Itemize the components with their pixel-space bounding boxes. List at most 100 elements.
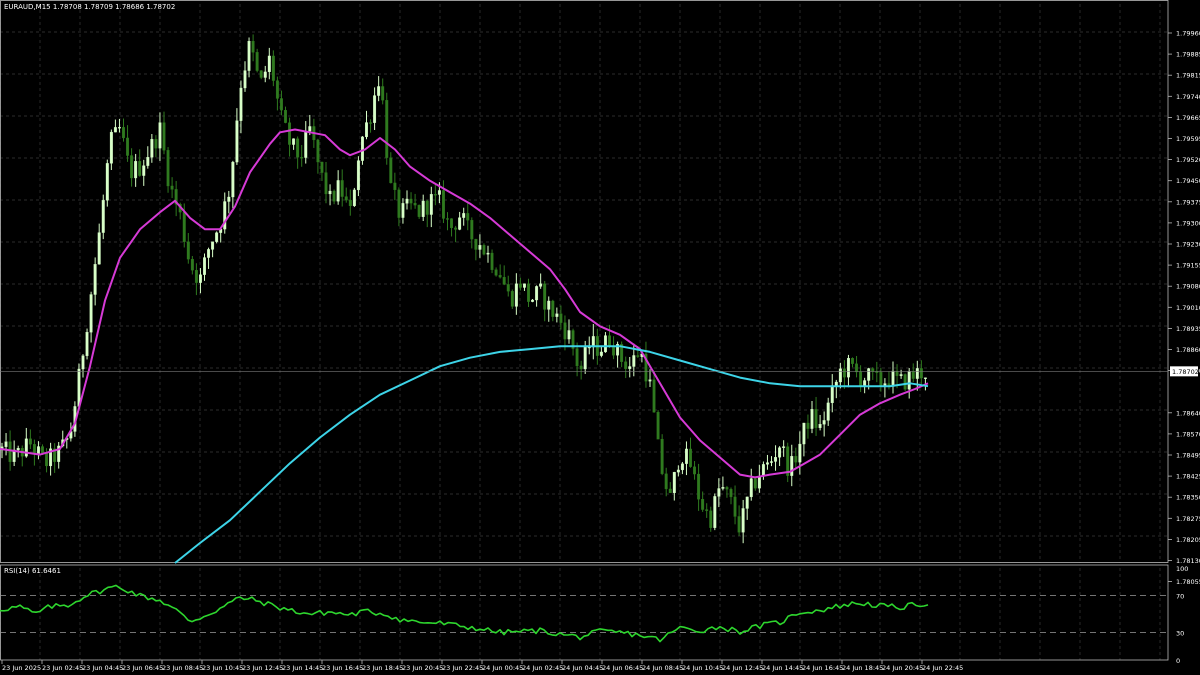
candle-bullish: [741, 508, 745, 533]
candle-bearish: [340, 180, 344, 197]
candle-bullish: [717, 488, 721, 497]
candle-bullish: [93, 264, 97, 295]
candle-bullish: [328, 190, 332, 195]
candle-bearish: [612, 345, 615, 356]
candle-bullish: [150, 139, 154, 158]
candle-bullish: [535, 286, 539, 301]
price-axis-label: 1.79520: [1176, 156, 1200, 164]
candle-bearish: [385, 100, 389, 158]
candle-bullish: [304, 130, 308, 158]
time-axis-label: 24 Jun 18:45: [842, 664, 883, 672]
candle-bearish: [482, 245, 486, 255]
candle-bearish: [652, 379, 656, 413]
candle-bullish: [105, 163, 109, 201]
candle-bullish: [365, 122, 368, 138]
price-axis-label: 1.78570: [1176, 430, 1200, 438]
candle-bullish: [231, 161, 235, 198]
candle-bearish: [498, 275, 502, 278]
candle-bullish: [648, 379, 652, 382]
candle-bullish: [810, 409, 814, 429]
candle-bearish: [510, 291, 514, 307]
candle-bearish: [733, 496, 737, 517]
candle-bullish: [77, 368, 81, 407]
candle-bearish: [709, 510, 713, 528]
candle-bearish: [409, 198, 413, 204]
time-axis-label: 23 Jun 20:45: [402, 664, 443, 672]
candle-bearish: [855, 363, 858, 373]
candle-bearish: [275, 80, 279, 99]
candle-bearish: [344, 196, 348, 201]
price-axis-label: 1.78205: [1176, 536, 1200, 544]
candle-bullish: [713, 496, 717, 528]
candle-bearish: [506, 284, 510, 292]
candle-bullish: [721, 487, 725, 489]
price-axis-label: 1.79595: [1176, 135, 1200, 143]
candle-bearish: [348, 199, 352, 207]
candle-bearish: [369, 122, 372, 124]
price-axis-label: 1.78640: [1176, 409, 1200, 417]
candle-bearish: [166, 150, 170, 187]
candle-bullish: [567, 330, 571, 340]
candle-bearish: [126, 137, 129, 156]
candle-bullish: [761, 464, 765, 477]
candle-bullish: [142, 165, 146, 176]
price-axis-label: 1.79960: [1176, 30, 1200, 38]
candle-bullish: [782, 446, 786, 448]
candle-bullish: [672, 471, 676, 494]
price-axis-label: 1.79300: [1176, 219, 1200, 227]
time-axis-label: 23 Jun 04:45: [82, 664, 123, 672]
candle-bearish: [895, 370, 899, 376]
candle-bullish: [360, 136, 364, 161]
candle-bullish: [547, 300, 551, 310]
candle-bullish: [377, 86, 381, 96]
candle-bearish: [660, 438, 664, 474]
candle-bearish: [446, 218, 449, 220]
candle-bearish: [563, 322, 567, 340]
candle-bearish: [518, 283, 522, 288]
price-axis-label: 1.78350: [1176, 494, 1200, 502]
candle-bullish: [531, 299, 534, 302]
candle-bullish: [555, 313, 559, 317]
candle-bullish: [356, 160, 360, 191]
candle-bearish: [737, 516, 741, 533]
candle-bullish: [891, 370, 895, 387]
candle-bullish: [770, 461, 773, 463]
candle-bearish: [911, 371, 915, 379]
candle-bearish: [814, 409, 818, 428]
symbol-info: EURAUD,M15 1.78708 1.78709 1.78686 1.787…: [4, 3, 175, 11]
candle-bullish: [37, 446, 40, 454]
candle-bearish: [194, 270, 198, 283]
rsi-axis-label: 70: [1176, 593, 1184, 601]
time-axis-label: 23 Jun 14:45: [282, 664, 323, 672]
candle-bearish: [413, 202, 417, 206]
trading-chart: 1.79960 1.79885 1.79815 1.79740 1.79665 1.795…: [0, 0, 1200, 675]
candle-bullish: [235, 120, 239, 163]
candle-bullish: [680, 463, 684, 471]
price-axis-label: 1.78055: [1176, 578, 1200, 586]
candle-bullish: [818, 424, 822, 428]
candle-bearish: [433, 194, 437, 196]
candle-bearish: [608, 335, 611, 347]
candle-bearish: [425, 200, 429, 215]
candle-bearish: [753, 478, 757, 489]
candle-bullish: [308, 126, 312, 132]
candle-bullish: [539, 283, 543, 287]
candle-bullish: [923, 377, 927, 379]
candle-bearish: [28, 438, 32, 445]
candle-bullish: [822, 420, 826, 425]
time-axis-label: 24 Jun 16:45: [802, 664, 843, 672]
candle-bullish: [628, 366, 632, 369]
candle-bullish: [198, 274, 202, 283]
candle-bullish: [685, 448, 688, 464]
candle-bearish: [138, 161, 142, 176]
rsi-axis-label: 100: [1176, 565, 1188, 573]
candle-bearish: [8, 441, 12, 462]
candle-bearish: [693, 466, 696, 475]
time-axis-label: 24 Jun 02:45: [522, 664, 563, 672]
candle-bullish: [778, 447, 782, 458]
price-axis-label: 1.78130: [1176, 557, 1200, 565]
candle-bearish: [320, 161, 324, 173]
candle-bearish: [284, 109, 287, 123]
candle-bullish: [243, 70, 247, 89]
candle-bearish: [551, 300, 555, 317]
